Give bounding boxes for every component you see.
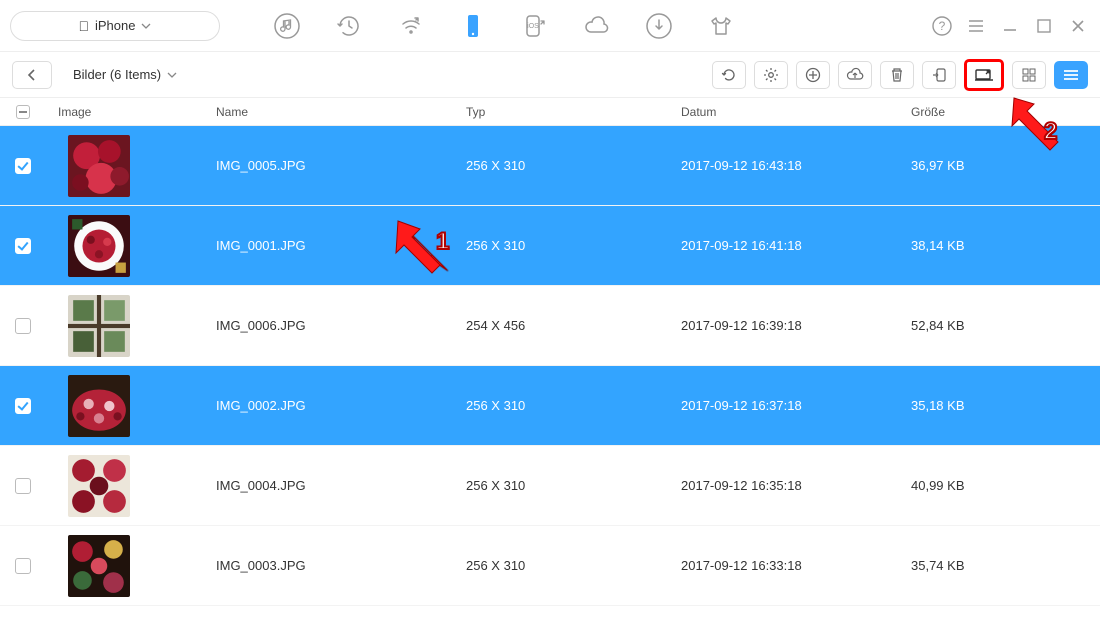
table-row[interactable]: IMG_0003.JPG 256 X 310 2017-09-12 16:33:… (0, 526, 1100, 606)
cloud-icon[interactable] (582, 11, 612, 41)
thumbnail (68, 215, 130, 277)
thumbnail (68, 135, 130, 197)
ios-transfer-icon[interactable]: iOS (520, 11, 550, 41)
category-icons: iOS (272, 11, 736, 41)
thumbnail (68, 455, 130, 517)
chevron-down-icon (167, 72, 177, 78)
cell-date: 2017-09-12 16:33:18 (681, 558, 911, 573)
cell-name: IMG_0003.JPG (216, 558, 466, 573)
cell-typ: 256 X 310 (466, 398, 681, 413)
wifi-transfer-icon[interactable] (396, 11, 426, 41)
row-checkbox[interactable] (15, 398, 31, 414)
back-button[interactable] (12, 61, 52, 89)
table-row[interactable]: IMG_0005.JPG 256 X 310 2017-09-12 16:43:… (0, 126, 1100, 206)
minimize-icon[interactable] (998, 14, 1022, 38)
secondary-bar: Bilder (6 Items) (0, 52, 1100, 98)
apple-icon:  (79, 18, 90, 34)
refresh-button[interactable] (712, 61, 746, 89)
list-view-button[interactable] (1054, 61, 1088, 89)
cell-size: 52,84 KB (911, 318, 1090, 333)
cell-size: 40,99 KB (911, 478, 1090, 493)
close-icon[interactable] (1066, 14, 1090, 38)
add-button[interactable] (796, 61, 830, 89)
download-icon[interactable] (644, 11, 674, 41)
music-icon[interactable] (272, 11, 302, 41)
column-datum[interactable]: Datum (681, 105, 911, 119)
cell-date: 2017-09-12 16:35:18 (681, 478, 911, 493)
column-groesse[interactable]: Größe (911, 105, 1090, 119)
to-device-button[interactable] (922, 61, 956, 89)
cell-date: 2017-09-12 16:41:18 (681, 238, 911, 253)
cell-date: 2017-09-12 16:43:18 (681, 158, 911, 173)
cell-date: 2017-09-12 16:39:18 (681, 318, 911, 333)
cell-size: 35,18 KB (911, 398, 1090, 413)
table-row[interactable]: IMG_0001.JPG 256 X 310 2017-09-12 16:41:… (0, 206, 1100, 286)
cell-size: 38,14 KB (911, 238, 1090, 253)
device-selector[interactable]:  iPhone (10, 11, 220, 41)
phone-icon[interactable] (458, 11, 488, 41)
table-row[interactable]: IMG_0002.JPG 256 X 310 2017-09-12 16:37:… (0, 366, 1100, 446)
maximize-icon[interactable] (1032, 14, 1056, 38)
cell-name: IMG_0001.JPG (216, 238, 466, 253)
grid-view-button[interactable] (1012, 61, 1046, 89)
top-bar:  iPhone iOS ? (0, 0, 1100, 52)
row-checkbox[interactable] (15, 318, 31, 334)
chevron-down-icon (141, 23, 151, 29)
menu-icon[interactable] (964, 14, 988, 38)
tshirt-icon[interactable] (706, 11, 736, 41)
delete-button[interactable] (880, 61, 914, 89)
svg-text:?: ? (939, 19, 946, 33)
breadcrumb[interactable]: Bilder (6 Items) (62, 61, 188, 89)
cell-date: 2017-09-12 16:37:18 (681, 398, 911, 413)
table-row[interactable]: IMG_0004.JPG 256 X 310 2017-09-12 16:35:… (0, 446, 1100, 526)
cell-typ: 256 X 310 (466, 158, 681, 173)
cell-name: IMG_0002.JPG (216, 398, 466, 413)
cloud-upload-button[interactable] (838, 61, 872, 89)
history-icon[interactable] (334, 11, 364, 41)
table-header: Image Name Typ Datum Größe (0, 98, 1100, 126)
toolbar (712, 59, 1088, 91)
device-label: iPhone (95, 18, 135, 33)
settings-button[interactable] (754, 61, 788, 89)
cell-size: 36,97 KB (911, 158, 1090, 173)
help-icon[interactable]: ? (930, 14, 954, 38)
chevron-left-icon (27, 69, 37, 81)
cell-typ: 256 X 310 (466, 478, 681, 493)
column-typ[interactable]: Typ (466, 105, 681, 119)
cell-typ: 254 X 456 (466, 318, 681, 333)
table-body: IMG_0005.JPG 256 X 310 2017-09-12 16:43:… (0, 126, 1100, 606)
cell-typ: 256 X 310 (466, 558, 681, 573)
cell-name: IMG_0006.JPG (216, 318, 466, 333)
column-name[interactable]: Name (216, 105, 466, 119)
row-checkbox[interactable] (15, 158, 31, 174)
thumbnail (68, 295, 130, 357)
thumbnail (68, 535, 130, 597)
thumbnail (68, 375, 130, 437)
cell-name: IMG_0004.JPG (216, 478, 466, 493)
cell-name: IMG_0005.JPG (216, 158, 466, 173)
row-checkbox[interactable] (15, 238, 31, 254)
cell-typ: 256 X 310 (466, 238, 681, 253)
svg-text:iOS: iOS (527, 23, 539, 30)
column-image[interactable]: Image (46, 105, 216, 119)
row-checkbox[interactable] (15, 558, 31, 574)
row-checkbox[interactable] (15, 478, 31, 494)
breadcrumb-label: Bilder (6 Items) (73, 67, 161, 82)
select-all-checkbox[interactable] (16, 105, 30, 119)
to-computer-button[interactable] (964, 59, 1004, 91)
table-row[interactable]: IMG_0006.JPG 254 X 456 2017-09-12 16:39:… (0, 286, 1100, 366)
cell-size: 35,74 KB (911, 558, 1090, 573)
window-controls: ? (930, 14, 1090, 38)
